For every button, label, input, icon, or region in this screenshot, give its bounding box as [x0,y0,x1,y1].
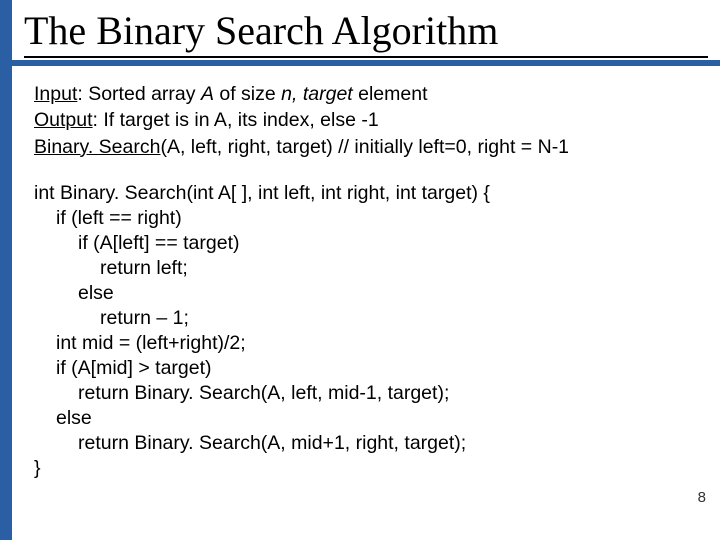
code-line: else [34,281,696,306]
input-text-1: : Sorted array [77,83,201,105]
output-label: Output [34,109,93,131]
input-A: A [201,83,214,105]
title-underline [24,56,708,58]
code-line: return Binary. Search(A, mid+1, right, t… [34,431,696,456]
title-block: The Binary Search Algorithm [24,10,708,66]
input-n: n, target [281,83,358,105]
code-line: if (A[mid] > target) [34,356,696,381]
code-line: return – 1; [34,306,696,331]
left-accent-bar [0,0,12,540]
code-block: int Binary. Search(int A[ ], int left, i… [34,181,696,480]
page-number: 8 [698,489,706,506]
code-line: } [34,456,696,481]
code-line: else [34,406,696,431]
input-line: Input: Sorted array A of size n, target … [34,82,696,106]
slide: The Binary Search Algorithm Input: Sorte… [0,0,720,540]
code-line: if (left == right) [34,206,696,231]
input-label: Input [34,83,77,105]
code-line: if (A[left] == target) [34,231,696,256]
spacer [34,161,696,175]
slide-content: Input: Sorted array A of size n, target … [34,82,696,481]
input-text-3: element [358,83,427,105]
call-label: Binary. Search [34,136,160,158]
input-text-2: of size [214,83,281,105]
output-text: : If target is in A, its index, else -1 [93,109,379,131]
title-accent-bar [12,60,720,66]
code-line: int Binary. Search(int A[ ], int left, i… [34,181,696,206]
code-line: return left; [34,256,696,281]
output-line: Output: If target is in A, its index, el… [34,108,696,132]
code-line: int mid = (left+right)/2; [34,331,696,356]
code-line: return Binary. Search(A, left, mid-1, ta… [34,381,696,406]
call-line: Binary. Search(A, left, right, target) /… [34,135,696,159]
call-text: (A, left, right, target) // initially le… [160,136,569,158]
slide-title: The Binary Search Algorithm [24,10,708,52]
